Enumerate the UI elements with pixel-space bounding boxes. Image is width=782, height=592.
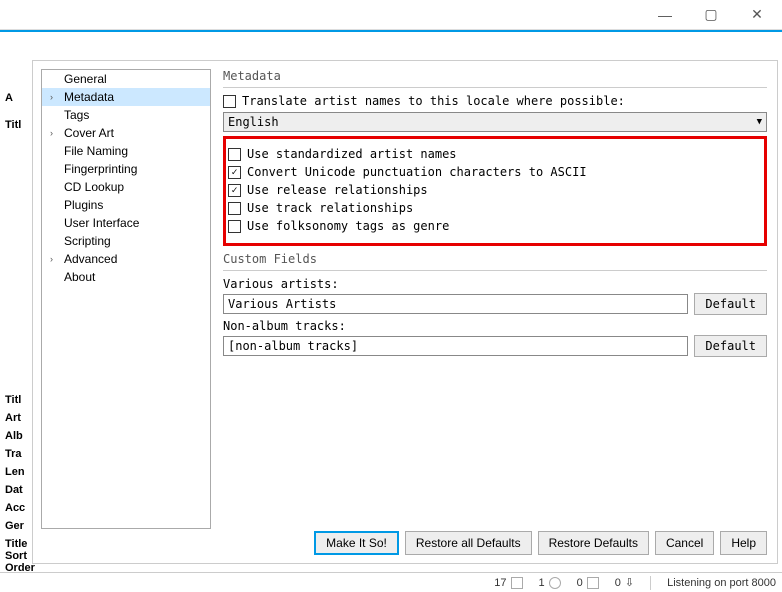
nav-item-tags[interactable]: Tags xyxy=(42,106,210,124)
status-count-4: 0 xyxy=(615,577,621,589)
nav-item-label: Fingerprinting xyxy=(62,162,137,176)
titlebar: — ▢ ✕ xyxy=(0,0,782,30)
locale-dropdown[interactable]: English ▼ xyxy=(223,112,767,132)
translate-checkbox[interactable] xyxy=(223,95,236,108)
background-label: Titl xyxy=(2,392,24,408)
restore-all-defaults-button[interactable]: Restore all Defaults xyxy=(405,531,532,555)
nav-item-label: File Naming xyxy=(62,144,128,158)
metadata-section-title: Metadata xyxy=(223,69,767,83)
background-label: A xyxy=(2,90,16,106)
nav-item-label: About xyxy=(62,270,95,284)
metadata-option-label: Convert Unicode punctuation characters t… xyxy=(247,165,587,179)
status-listening: Listening on port 8000 xyxy=(667,577,776,589)
background-label: Len xyxy=(2,464,28,480)
options-dialog: General›MetadataTags›Cover ArtFile Namin… xyxy=(32,60,778,564)
nav-item-label: Plugins xyxy=(62,198,103,212)
background-label: Acc xyxy=(2,500,28,516)
ok-button[interactable]: Make It So! xyxy=(314,531,399,555)
down-arrow-icon: ⇩ xyxy=(625,576,634,589)
background-label: Dat xyxy=(2,482,26,498)
va-label: Various artists: xyxy=(223,277,767,291)
nav-item-label: Advanced xyxy=(62,252,117,266)
status-count-2: 1 xyxy=(539,577,545,589)
background-column: ATitlTitlArtAlbTraLenDatAccGerTitle Sort… xyxy=(0,32,30,572)
caret-icon: › xyxy=(50,254,62,264)
metadata-checkbox-3[interactable] xyxy=(228,202,241,215)
nav-item-metadata[interactable]: ›Metadata xyxy=(42,88,210,106)
nav-item-advanced[interactable]: ›Advanced xyxy=(42,250,210,268)
nav-item-label: User Interface xyxy=(62,216,139,230)
caret-icon: › xyxy=(50,92,62,102)
status-count-1: 17 xyxy=(494,577,506,589)
nav-item-label: Tags xyxy=(62,108,89,122)
background-label: Ger xyxy=(2,518,27,534)
various-artists-input[interactable] xyxy=(223,294,688,314)
background-label: Art xyxy=(2,410,24,426)
status-icon-2 xyxy=(549,577,561,589)
maximize-button[interactable]: ▢ xyxy=(688,1,734,29)
metadata-checkbox-2[interactable]: ✓ xyxy=(228,184,241,197)
nav-item-label: General xyxy=(62,72,107,86)
nav-item-label: Scripting xyxy=(62,234,111,248)
translate-label: Translate artist names to this locale wh… xyxy=(242,94,625,108)
nav-item-cover-art[interactable]: ›Cover Art xyxy=(42,124,210,142)
nav-item-scripting[interactable]: Scripting xyxy=(42,232,210,250)
nav-item-file-naming[interactable]: File Naming xyxy=(42,142,210,160)
nat-label: Non-album tracks: xyxy=(223,319,767,333)
help-button[interactable]: Help xyxy=(720,531,767,555)
options-nav-tree[interactable]: General›MetadataTags›Cover ArtFile Namin… xyxy=(41,69,211,529)
metadata-option-label: Use release relationships xyxy=(247,183,428,197)
nav-item-cd-lookup[interactable]: CD Lookup xyxy=(42,178,210,196)
background-label: Alb xyxy=(2,428,26,444)
options-content: Metadata Translate artist names to this … xyxy=(223,69,767,523)
metadata-checkbox-4[interactable] xyxy=(228,220,241,233)
background-label: Tra xyxy=(2,446,25,462)
minimize-button[interactable]: — xyxy=(642,1,688,29)
background-label: Titl xyxy=(2,117,24,133)
nav-item-fingerprinting[interactable]: Fingerprinting xyxy=(42,160,210,178)
nav-item-plugins[interactable]: Plugins xyxy=(42,196,210,214)
metadata-option-label: Use track relationships xyxy=(247,201,413,215)
cancel-button[interactable]: Cancel xyxy=(655,531,714,555)
chevron-down-icon: ▼ xyxy=(757,117,762,127)
nav-item-general[interactable]: General xyxy=(42,70,210,88)
nav-item-label: Metadata xyxy=(62,90,114,104)
status-count-3: 0 xyxy=(577,577,583,589)
caret-icon: › xyxy=(50,128,62,138)
non-album-tracks-input[interactable] xyxy=(223,336,688,356)
restore-defaults-button[interactable]: Restore Defaults xyxy=(538,531,649,555)
va-default-button[interactable]: Default xyxy=(694,293,767,315)
locale-value: English xyxy=(228,115,279,129)
highlight-box: Use standardized artist names ✓ Convert Un… xyxy=(223,136,767,246)
nav-item-user-interface[interactable]: User Interface xyxy=(42,214,210,232)
nav-item-label: CD Lookup xyxy=(62,180,124,194)
nat-default-button[interactable]: Default xyxy=(694,335,767,357)
dialog-buttons: Make It So! Restore all Defaults Restore… xyxy=(314,531,767,555)
nav-item-about[interactable]: About xyxy=(42,268,210,286)
custom-section-title: Custom Fields xyxy=(223,252,767,266)
status-bar: 17 1 0 0 ⇩ Listening on port 8000 xyxy=(0,572,782,592)
nav-item-label: Cover Art xyxy=(62,126,114,140)
metadata-checkbox-0[interactable] xyxy=(228,148,241,161)
metadata-option-label: Use folksonomy tags as genre xyxy=(247,219,449,233)
metadata-option-label: Use standardized artist names xyxy=(247,147,457,161)
metadata-checkbox-1[interactable]: ✓ xyxy=(228,166,241,179)
status-icon-3 xyxy=(587,577,599,589)
status-icon-1 xyxy=(511,577,523,589)
close-button[interactable]: ✕ xyxy=(734,1,780,29)
